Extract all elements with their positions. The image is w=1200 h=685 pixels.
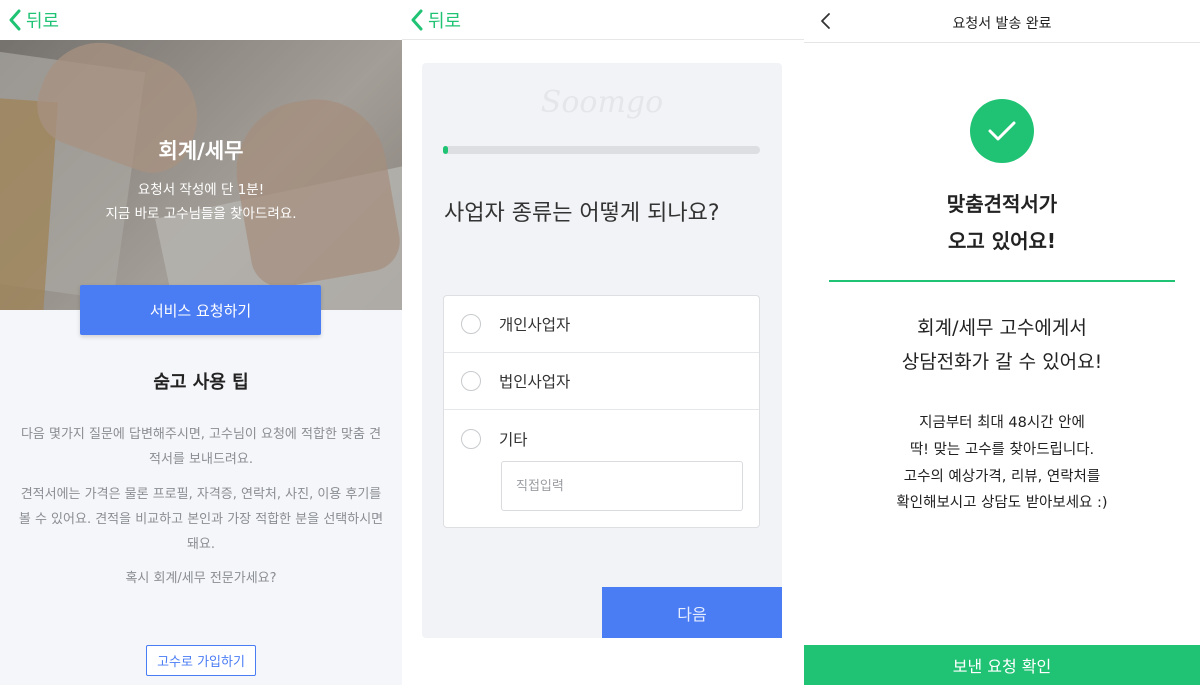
- option-label: 개인사업자: [499, 316, 571, 334]
- divider: [829, 280, 1175, 282]
- option-corporate-business[interactable]: 법인사업자: [444, 353, 759, 410]
- info-text: 지금부터 최대 48시간 안에: [919, 415, 1085, 431]
- tip-paragraph: 다음 몇가지 질문에 답변해주시면, 고수님이 요청에 적합한 맞춤 견적서를 …: [20, 427, 382, 467]
- page-title: 요청서 발송 완료: [952, 16, 1052, 32]
- next-button[interactable]: 다음: [602, 587, 782, 638]
- callout-text: 상담전화가 갈 수 있어요!: [901, 351, 1103, 373]
- success-badge: [970, 99, 1034, 163]
- top-bar: 뒤로: [402, 0, 804, 40]
- headline: 오고 있어요!: [947, 229, 1057, 253]
- info-text: 딱! 맞는 고수를 찾아드립니다.: [909, 442, 1095, 458]
- join-as-expert-button[interactable]: 고수로 가입하기: [146, 645, 256, 676]
- chevron-left-icon: [411, 9, 423, 30]
- expert-question: 혹시 회계/세무 전문가세요?: [125, 571, 277, 586]
- info-text: 고수의 예상가격, 리뷰, 연락처를: [903, 469, 1101, 485]
- radio-empty-icon[interactable]: [461, 428, 481, 449]
- nav-bar: 요청서 발송 완료: [804, 0, 1200, 43]
- option-other[interactable]: 기타: [444, 410, 759, 467]
- option-label: 기타: [499, 430, 528, 449]
- check-icon: [988, 121, 1016, 141]
- radio-empty-icon[interactable]: [461, 314, 481, 334]
- options-list: 개인사업자 법인사업자 기타: [443, 295, 760, 528]
- question-text: 사업자 종류는 어떻게 되나요?: [444, 201, 720, 226]
- question-screen: 뒤로 Soomgo 사업자 종류는 어떻게 되나요? 개인사업자 법인사업자 기…: [402, 0, 804, 685]
- progress-fill: [443, 146, 448, 154]
- hero-title: 회계/세무: [158, 139, 244, 163]
- logo-watermark: Soomgo: [540, 85, 664, 120]
- other-input[interactable]: [501, 461, 743, 511]
- back-button[interactable]: 뒤로: [410, 7, 461, 33]
- callout-text: 회계/세무 고수에게서: [917, 317, 1087, 339]
- headline: 맞춤견적서가: [946, 192, 1058, 216]
- hero-subtitle: 지금 바로 고수님들을 찾아드려요.: [105, 206, 297, 222]
- radio-empty-icon[interactable]: [461, 371, 481, 391]
- option-label: 법인사업자: [499, 373, 571, 391]
- service-intro-screen: 뒤로 회계/세무 요청서 작성에 단 1분! 지금 바로 고수님들을 찾아드려요…: [0, 0, 402, 685]
- back-button[interactable]: 뒤로: [8, 7, 59, 33]
- request-service-button[interactable]: 서비스 요청하기: [80, 285, 321, 335]
- tip-paragraph: 견적서에는 가격은 물론 프로필, 자격증, 연락처, 사진, 이용 후기를 볼…: [18, 487, 384, 552]
- question-card: Soomgo 사업자 종류는 어떻게 되나요? 개인사업자 법인사업자 기타: [422, 63, 782, 638]
- hero-subtitle: 요청서 작성에 단 1분!: [137, 182, 265, 198]
- back-label: 뒤로: [26, 11, 60, 32]
- tips-title: 숨고 사용 팁: [153, 372, 249, 393]
- view-sent-request-button[interactable]: 보낸 요청 확인: [804, 645, 1200, 685]
- info-text: 확인해보시고 상담도 받아보세요 :): [896, 495, 1108, 511]
- progress-bar: [443, 146, 760, 154]
- top-bar: 뒤로: [0, 0, 402, 40]
- option-individual-business[interactable]: 개인사업자: [444, 296, 759, 353]
- chevron-left-icon: [9, 9, 21, 31]
- hero-banner: 회계/세무 요청서 작성에 단 1분! 지금 바로 고수님들을 찾아드려요.: [0, 40, 402, 310]
- back-label: 뒤로: [428, 10, 462, 32]
- request-sent-screen: 요청서 발송 완료 맞춤견적서가 오고 있어요! 회계/세무 고수에게서 상담전…: [804, 0, 1200, 685]
